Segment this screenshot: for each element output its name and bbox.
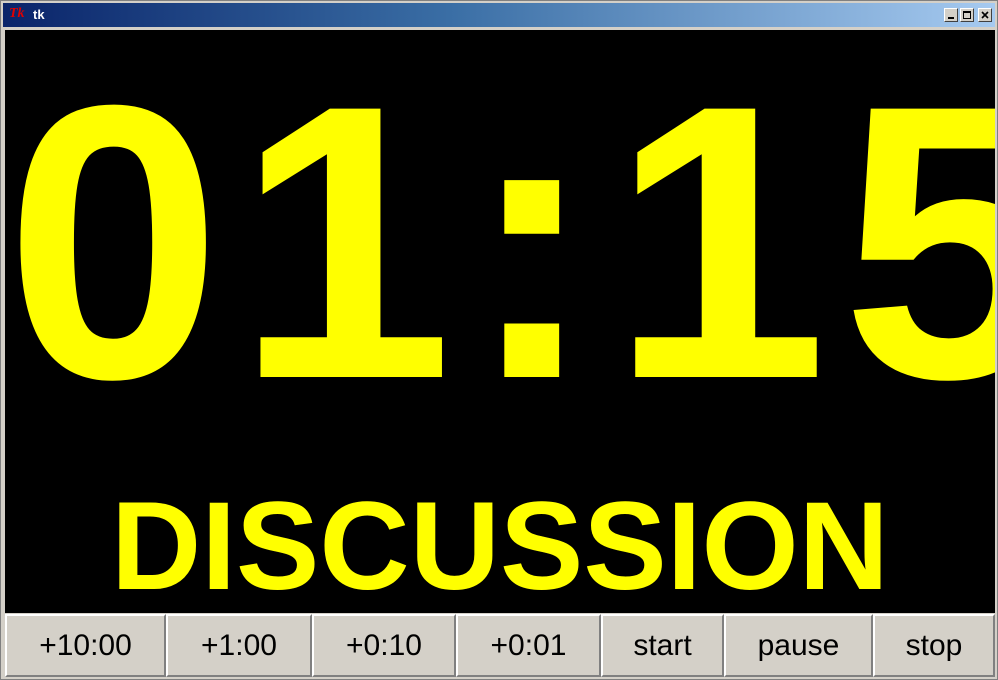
stop-button[interactable]: stop: [873, 614, 995, 677]
minimize-icon: [948, 17, 954, 19]
add-10-minutes-button[interactable]: +10:00: [5, 614, 166, 677]
tk-logo-icon: Tk: [9, 6, 25, 21]
app-window: Tk tk 01:15 DISCUSSION +10:00 +1:00 +0:1…: [0, 0, 998, 680]
add-10-seconds-button[interactable]: +0:10: [312, 614, 456, 677]
pause-button[interactable]: pause: [724, 614, 873, 677]
phase-label: DISCUSSION: [111, 477, 889, 613]
close-icon: [981, 11, 989, 19]
countdown-time: 01:15: [5, 30, 995, 460]
window-title: tk: [33, 7, 45, 22]
minimize-button[interactable]: [944, 8, 958, 22]
close-button[interactable]: [978, 8, 992, 22]
maximize-button[interactable]: [960, 8, 974, 22]
timer-display: 01:15 DISCUSSION: [5, 30, 995, 613]
maximize-icon: [963, 11, 971, 19]
start-button[interactable]: start: [601, 614, 724, 677]
control-button-bar: +10:00 +1:00 +0:10 +0:01 start pause sto…: [5, 614, 995, 677]
add-1-second-button[interactable]: +0:01: [456, 614, 601, 677]
add-1-minute-button[interactable]: +1:00: [166, 614, 312, 677]
title-bar[interactable]: Tk tk: [3, 3, 995, 27]
